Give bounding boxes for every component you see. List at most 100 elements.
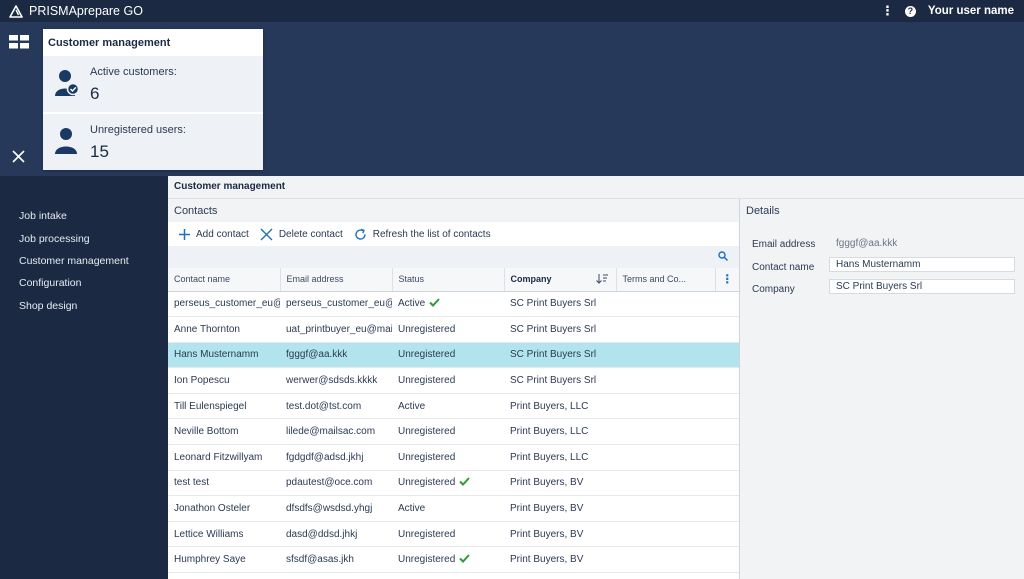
table-row[interactable]: Lettice Williams dasd@ddsd.jhkj Unregister… bbox=[168, 521, 739, 548]
column-header-status[interactable]: Status bbox=[392, 268, 505, 292]
cell-company-text: Print Buyers, BV bbox=[510, 503, 584, 515]
card-title: Customer management bbox=[48, 37, 171, 49]
delete-contact-button[interactable]: Delete contact bbox=[260, 228, 343, 241]
refresh-contacts-button[interactable]: Refresh the list of contacts bbox=[354, 228, 491, 241]
table-row[interactable]: Till Eulenspiegel test.dot@tst.com Active P… bbox=[168, 393, 739, 420]
nav-item-shop-design[interactable]: Shop design bbox=[19, 300, 77, 312]
cell-spacer bbox=[715, 418, 739, 446]
details-title: Details bbox=[746, 205, 780, 217]
cell-company-text: Print Buyers, LLC bbox=[510, 426, 589, 438]
cell-contact-name: Hans Musternamm bbox=[168, 342, 280, 369]
help-icon[interactable]: ? bbox=[904, 5, 916, 17]
more-options-icon[interactable]: ⋮ bbox=[881, 3, 894, 19]
cell-terms bbox=[616, 316, 715, 343]
cell-status-text: Active bbox=[398, 503, 426, 515]
cell-email-text: werwer@sdsds.kkkk bbox=[286, 375, 378, 387]
cell-company: Print Buyers, BV bbox=[504, 521, 616, 548]
table-row[interactable]: Ion Popescu werwer@sdsds.kkkk Unregistered… bbox=[168, 367, 739, 394]
cell-email-text: sfsdf@asas.jkh bbox=[286, 554, 354, 566]
checkmark-icon bbox=[459, 554, 471, 564]
active-customers-stat[interactable]: Active customers: 6 bbox=[43, 56, 263, 112]
stat-value: 6 bbox=[90, 84, 100, 103]
table-row[interactable]: Hans Musternamm fgggf@aa.kkk Unregistered S… bbox=[168, 342, 739, 369]
cell-company-text: Print Buyers, BV bbox=[510, 528, 584, 540]
cell-email: test.dot@tst.com bbox=[280, 393, 392, 420]
table-row[interactable]: perseus_customer_eu@n perseus_customer_eu… bbox=[168, 291, 739, 318]
cell-contact-name: Ion Popescu bbox=[168, 367, 280, 394]
page-title: Customer management bbox=[174, 181, 286, 192]
cell-spacer bbox=[715, 521, 739, 548]
cell-spacer bbox=[715, 316, 739, 343]
table-row[interactable]: Humphrey Saye sfsdf@asas.jkh Unregistered P… bbox=[168, 546, 739, 574]
sort-descending-icon[interactable] bbox=[595, 274, 608, 284]
company-field[interactable]: SC Print Buyers Srl bbox=[829, 279, 1015, 294]
column-options-icon[interactable]: ⋮ bbox=[715, 268, 739, 292]
table-row[interactable]: Jonathon Osteler dfsdfs@wsdsd.yhgj Active P… bbox=[168, 495, 739, 522]
cell-status-text: Unregistered bbox=[398, 349, 456, 361]
table-row[interactable]: test test pdautest@oce.com Unregistered Pri… bbox=[168, 470, 739, 497]
table-row[interactable]: Neville Bottom lilede@mailsac.com Unregist… bbox=[168, 418, 739, 446]
nav-item-job-processing[interactable]: Job processing bbox=[19, 233, 90, 245]
cell-email: sfsdf@asas.jkh bbox=[280, 546, 392, 574]
nav-item-customer-management[interactable]: Customer management bbox=[19, 255, 129, 267]
cell-contact-name-text: Neville Bottom bbox=[174, 426, 239, 438]
cell-status-text: Unregistered bbox=[398, 451, 456, 463]
app-title: PRISMAprepare GO bbox=[29, 4, 143, 18]
cell-terms bbox=[616, 546, 715, 574]
cell-contact-name: Anne Thornton bbox=[168, 316, 280, 343]
cell-contact-name: Lettice Williams bbox=[168, 521, 280, 548]
cell-email-text: pdautest@oce.com bbox=[286, 477, 373, 489]
contact-name-field[interactable]: Hans Musternamm bbox=[829, 257, 1015, 272]
cell-email-text: uat_printbuyer_eu@mail bbox=[286, 323, 392, 335]
cell-status: Unregistered bbox=[392, 546, 504, 574]
cell-company-text: SC Print Buyers Srl bbox=[510, 375, 597, 387]
user-name[interactable]: Your user name bbox=[928, 5, 1014, 17]
close-icon[interactable] bbox=[12, 150, 25, 163]
cell-status: Active bbox=[392, 393, 504, 420]
cell-company: Print Buyers, BV bbox=[504, 546, 616, 574]
cell-email-text: lilede@mailsac.com bbox=[286, 426, 376, 438]
cell-contact-name-text: Lettice Williams bbox=[174, 528, 244, 540]
cell-contact-name-text: Anne Thornton bbox=[174, 323, 240, 335]
cell-status: Unregistered bbox=[392, 316, 504, 343]
unregistered-users-stat[interactable]: Unregistered users: 15 bbox=[43, 114, 263, 170]
cell-status: Active bbox=[392, 495, 504, 522]
search-icon[interactable] bbox=[718, 251, 728, 261]
cell-terms bbox=[616, 291, 715, 318]
left-nav: Job intake Job processing Customer manag… bbox=[0, 176, 168, 579]
cell-spacer bbox=[715, 470, 739, 497]
cell-company: Print Buyers, BV bbox=[504, 495, 616, 522]
refresh-icon bbox=[355, 228, 366, 240]
cell-email-text: test.dot@tst.com bbox=[286, 400, 362, 412]
cell-contact-name-text: Hans Musternamm bbox=[174, 349, 259, 361]
cell-company: SC Print Buyers Srl bbox=[504, 342, 616, 369]
user-check-icon bbox=[55, 70, 80, 96]
customer-management-card[interactable]: Customer management Active customers: 6 … bbox=[43, 29, 263, 170]
table-row[interactable]: Leonard Fitzwillyam fgdgdf@adsd.jkhj Unreg… bbox=[168, 444, 739, 471]
cell-email: uat_printbuyer_eu@mail bbox=[280, 316, 392, 343]
filter-row bbox=[168, 246, 739, 268]
cell-status: Unregistered bbox=[392, 418, 504, 446]
cell-contact-name-text: Jonathon Osteler bbox=[174, 503, 251, 515]
cell-contact-name-text: Till Eulenspiegel bbox=[174, 400, 247, 412]
column-header-contact-name[interactable]: Contact name bbox=[168, 268, 281, 292]
cell-status: Unregistered bbox=[392, 521, 504, 548]
column-header-company[interactable]: Company bbox=[504, 268, 617, 292]
contacts-panel: Contacts Add contact Delete contact Refr… bbox=[168, 198, 739, 579]
column-header-email[interactable]: Email address bbox=[280, 268, 393, 292]
cell-status-text: Unregistered bbox=[398, 375, 456, 387]
cell-status-text: Active bbox=[398, 298, 426, 310]
nav-item-configuration[interactable]: Configuration bbox=[19, 277, 81, 289]
table-row[interactable]: Anne Thornton uat_printbuyer_eu@mail Unreg… bbox=[168, 316, 739, 343]
contacts-table: Contact name Email address Status Compan… bbox=[168, 268, 739, 574]
add-contact-button[interactable]: Add contact bbox=[179, 228, 249, 240]
cell-status: Unregistered bbox=[392, 444, 504, 471]
cell-contact-name: perseus_customer_eu@n bbox=[168, 291, 280, 318]
cell-email: pdautest@oce.com bbox=[280, 470, 392, 497]
nav-item-job-intake[interactable]: Job intake bbox=[19, 210, 67, 222]
email-label: Email address bbox=[752, 239, 816, 250]
plus-icon bbox=[179, 228, 190, 240]
column-header-terms[interactable]: Terms and Co... bbox=[616, 268, 716, 292]
contacts-toolbar: Add contact Delete contact Refresh the l… bbox=[168, 222, 739, 246]
apps-grid-icon[interactable] bbox=[9, 35, 29, 49]
